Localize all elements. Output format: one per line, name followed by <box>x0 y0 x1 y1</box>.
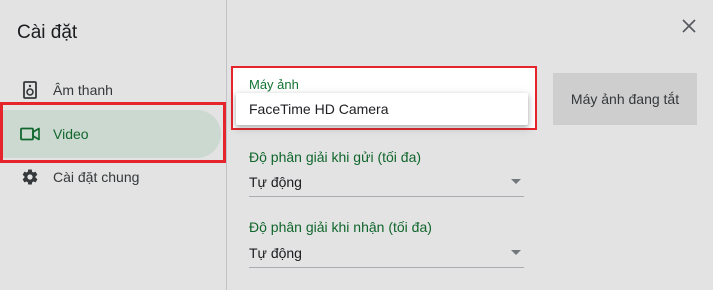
gear-icon <box>20 167 40 187</box>
camera-select[interactable]: FaceTime HD Camera <box>236 93 528 125</box>
sidebar-item-label: Âm thanh <box>53 82 113 98</box>
send-resolution-select[interactable]: Tự động <box>249 167 524 197</box>
chevron-down-icon <box>511 250 521 255</box>
sidebar-item-label: Cài đặt chung <box>53 169 140 185</box>
camera-preview: Máy ảnh đang tắt <box>553 73 697 125</box>
highlight-box-video-tab <box>0 102 226 163</box>
chevron-down-icon <box>511 179 521 184</box>
camera-label: Máy ảnh <box>249 77 299 92</box>
close-icon <box>682 18 696 38</box>
close-button[interactable] <box>677 16 701 40</box>
camera-option[interactable]: FaceTime HD Camera <box>249 101 389 117</box>
receive-resolution-value: Tự động <box>249 244 302 261</box>
receive-resolution-select[interactable]: Tự động <box>249 238 524 268</box>
speaker-icon <box>20 80 40 100</box>
receive-resolution-label: Độ phân giải khi nhận (tối đa) <box>249 219 432 235</box>
send-resolution-label: Độ phân giải khi gửi (tối đa) <box>249 149 422 165</box>
camera-status-text: Máy ảnh đang tắt <box>570 91 680 107</box>
send-resolution-value: Tự động <box>249 173 302 190</box>
dialog-title: Cài đặt <box>17 22 78 43</box>
